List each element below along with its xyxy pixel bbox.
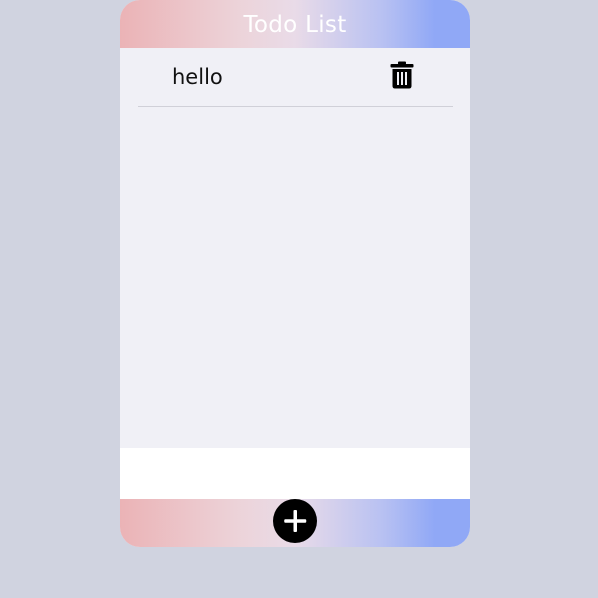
header: Todo List <box>120 0 470 48</box>
page-title: Todo List <box>243 12 347 38</box>
plus-icon <box>284 510 307 532</box>
todo-list: hello <box>120 48 470 448</box>
add-button[interactable] <box>273 499 317 543</box>
todo-text: hello <box>172 65 223 89</box>
todo-app: Todo List hello <box>120 0 470 547</box>
delete-button[interactable] <box>390 61 414 89</box>
list-item: hello <box>138 48 453 107</box>
trash-icon <box>390 61 414 89</box>
footer <box>120 499 470 547</box>
todo-input[interactable] <box>120 448 470 499</box>
